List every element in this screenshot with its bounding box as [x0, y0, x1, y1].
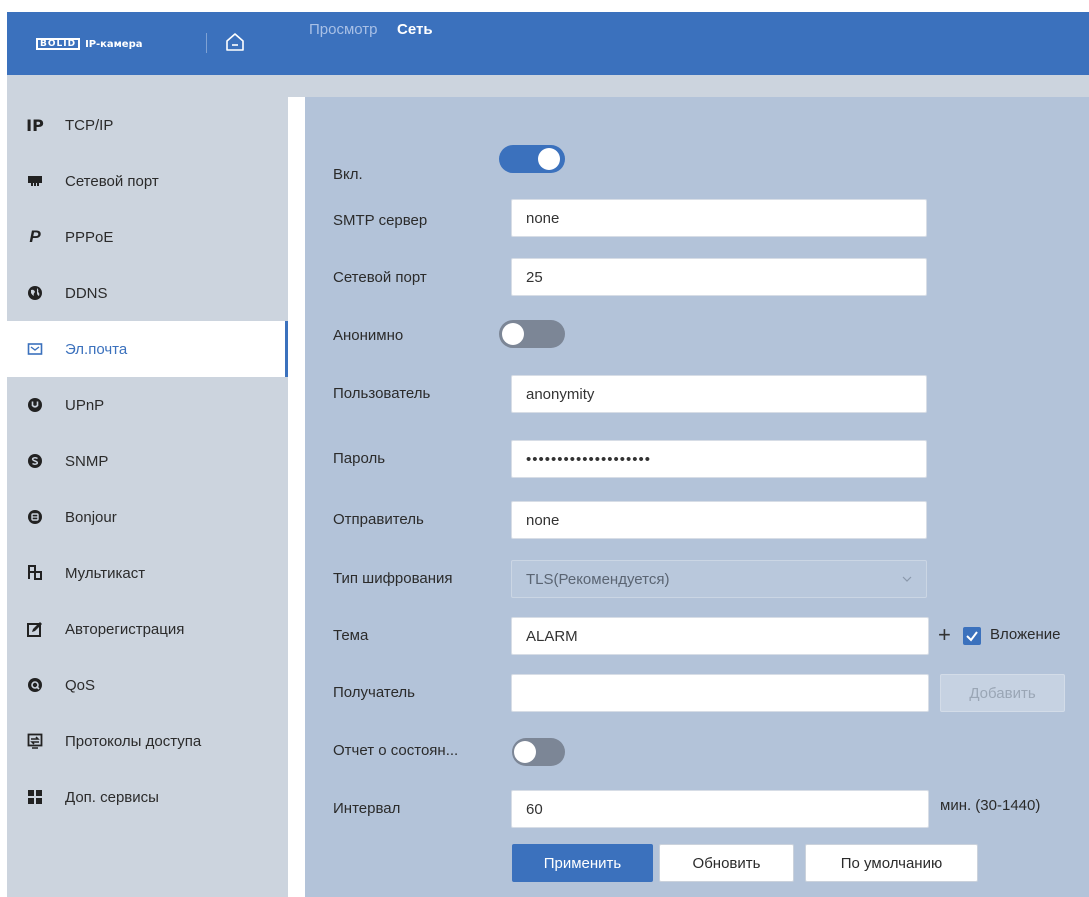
- sidebar-item-label: UPnP: [65, 396, 105, 414]
- header-strip: [7, 75, 1089, 97]
- logo-brand: BOLID: [36, 38, 81, 50]
- add-recipient-button[interactable]: Добавить: [940, 674, 1065, 712]
- user-input[interactable]: [511, 375, 927, 413]
- smtp-server-label: SMTP сервер: [333, 212, 428, 229]
- top-bar: BOLID IP-камера: [7, 12, 1089, 75]
- sidebar-item-upnp[interactable]: UPnP: [7, 377, 288, 433]
- password-label: Пароль: [333, 450, 386, 467]
- sidebar-item-snmp[interactable]: SNMP: [7, 433, 288, 489]
- ip-icon: IP: [26, 115, 44, 135]
- header-divider: [206, 33, 207, 53]
- sidebar-item-pppoe[interactable]: P PPPoE: [7, 209, 288, 265]
- anonymous-label: Анонимно: [333, 327, 404, 344]
- auto-register-icon: [27, 622, 42, 637]
- multicast-icon: [28, 565, 42, 580]
- sidebar-item-multicast[interactable]: Мультикаст: [7, 545, 288, 601]
- sidebar-item-label: Сетевой порт: [65, 172, 159, 190]
- encryption-select-value: TLS(Рекомендуется): [526, 570, 670, 588]
- sidebar-item-services[interactable]: Доп. сервисы: [7, 769, 288, 825]
- interval-input[interactable]: [511, 790, 929, 828]
- subject-input[interactable]: [511, 617, 929, 655]
- interval-unit: мин. (30-1440): [940, 797, 1041, 814]
- status-report-label: Отчет о состоян...: [333, 742, 459, 759]
- sidebar-item-label: Эл.почта: [65, 340, 128, 358]
- toggle-knob: [514, 741, 536, 763]
- sidebar-item-email[interactable]: Эл.почта: [7, 321, 288, 377]
- qos-icon: [28, 678, 42, 692]
- nav-network[interactable]: Сеть: [397, 20, 433, 40]
- port-input[interactable]: [511, 258, 927, 296]
- upnp-icon: [28, 398, 42, 412]
- sidebar-item-label: SNMP: [65, 452, 109, 470]
- attachment-label: Вложение: [990, 626, 1061, 643]
- recipient-label: Получатель: [333, 684, 415, 701]
- port-label: Сетевой порт: [333, 269, 427, 286]
- subject-label: Тема: [333, 627, 369, 644]
- sidebar-item-auto-register[interactable]: Авторегистрация: [7, 601, 288, 657]
- sidebar-item-label: DDNS: [65, 284, 108, 302]
- app-root: BOLID IP-камера Просмотр Сеть IP TCP/IP …: [0, 0, 1089, 897]
- snmp-icon: [28, 454, 42, 468]
- nav-view[interactable]: Просмотр: [309, 20, 378, 40]
- sidebar-item-label: Протоколы доступа: [65, 732, 202, 750]
- sidebar-item-network-port[interactable]: Сетевой порт: [7, 153, 288, 209]
- attachment-checkbox[interactable]: [963, 627, 981, 645]
- pppoe-icon: P: [29, 227, 41, 246]
- enable-toggle[interactable]: [499, 145, 565, 173]
- smtp-server-input[interactable]: [511, 199, 927, 237]
- sidebar-item-access-protocols[interactable]: Протоколы доступа: [7, 713, 288, 769]
- plus-icon[interactable]: +: [938, 624, 951, 646]
- toggle-knob: [538, 148, 560, 170]
- toggle-knob: [502, 323, 524, 345]
- mail-icon: [27, 343, 43, 355]
- sender-input[interactable]: [511, 501, 927, 539]
- sidebar-item-label: QoS: [65, 676, 96, 694]
- encryption-label: Тип шифрования: [333, 570, 453, 587]
- bonjour-icon: [28, 510, 42, 524]
- sidebar-item-tcpip[interactable]: IP TCP/IP: [7, 97, 288, 153]
- sidebar-item-ddns[interactable]: DDNS: [7, 265, 288, 321]
- sidebar-item-label: PPPoE: [65, 228, 114, 246]
- access-protocol-icon: [27, 733, 43, 749]
- default-button[interactable]: По умолчанию: [805, 844, 978, 882]
- password-input[interactable]: [511, 440, 927, 478]
- refresh-button[interactable]: Обновить: [659, 844, 794, 882]
- sidebar-item-label: Доп. сервисы: [65, 788, 159, 806]
- status-report-toggle[interactable]: [512, 738, 565, 766]
- apply-button[interactable]: Применить: [512, 844, 653, 882]
- brand-logo: BOLID IP-камера: [36, 37, 143, 51]
- sidebar-item-bonjour[interactable]: Bonjour: [7, 489, 288, 545]
- encryption-select[interactable]: TLS(Рекомендуется): [511, 560, 927, 598]
- sidebar: IP TCP/IP Сетевой порт P PPPoE DDNS Эл.п…: [7, 97, 288, 897]
- sidebar-item-label: Авторегистрация: [65, 620, 185, 638]
- anonymous-toggle[interactable]: [499, 320, 565, 348]
- recipient-input[interactable]: [511, 674, 929, 712]
- sidebar-item-label: Bonjour: [65, 508, 117, 526]
- network-port-icon: [28, 176, 42, 186]
- sender-label: Отправитель: [333, 511, 424, 528]
- home-icon[interactable]: [224, 31, 246, 53]
- sidebar-item-label: TCP/IP: [65, 116, 114, 134]
- globe-icon: [28, 286, 42, 300]
- sidebar-item-qos[interactable]: QoS: [7, 657, 288, 713]
- services-icon: [28, 790, 42, 804]
- enable-label: Вкл.: [333, 166, 363, 183]
- interval-label: Интервал: [333, 800, 401, 817]
- check-icon: [966, 631, 978, 642]
- sidebar-item-label: Мультикаст: [65, 564, 146, 582]
- logo-text: IP-камера: [85, 38, 143, 50]
- chevron-down-icon: [902, 576, 912, 582]
- user-label: Пользователь: [333, 385, 431, 402]
